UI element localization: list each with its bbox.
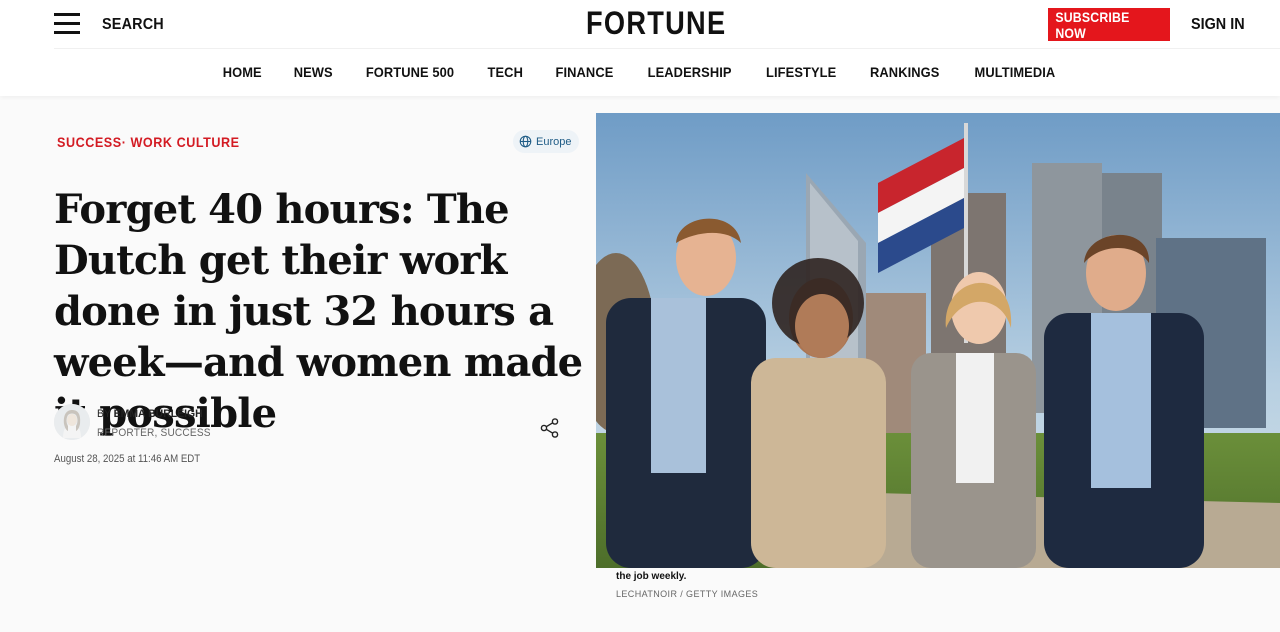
header-divider: [54, 48, 1280, 49]
author-prefix: BY: [97, 408, 111, 420]
sign-in-link[interactable]: SIGN IN: [1191, 16, 1245, 34]
fortune-logo[interactable]: FORTUNE: [586, 5, 726, 42]
nav-item-multimedia[interactable]: MULTIMEDIA: [961, 64, 1068, 80]
section-tag[interactable]: SUCCESS· WORK CULTURE: [57, 134, 240, 150]
hamburger-menu-icon[interactable]: [54, 13, 80, 35]
share-icon[interactable]: [538, 416, 562, 440]
globe-icon: [519, 135, 532, 148]
nav-item-fortune-500[interactable]: FORTUNE 500: [353, 64, 467, 80]
subscribe-label: SUBSCRIBE NOW: [1055, 8, 1130, 41]
region-label: Europe: [536, 135, 572, 148]
publish-date: August 28, 2025 at 11:46 AM EDT: [54, 453, 201, 465]
photo-credit: LECHATNOIR / GETTY IMAGES: [616, 589, 759, 599]
author-byline: BY EMMA BURLEIGH: [97, 408, 203, 420]
site-header: SEARCH FORTUNE SUBSCRIBE NOW SIGN IN HOM…: [0, 0, 1280, 96]
photo-caption: the job weekly.: [616, 571, 687, 582]
author-role: REPORTER, SUCCESS: [97, 427, 211, 439]
nav-item-home[interactable]: HOME: [210, 64, 275, 80]
nav-item-tech[interactable]: TECH: [475, 64, 536, 80]
author-name[interactable]: EMMA BURLEIGH: [114, 408, 203, 420]
hero-photo: [596, 113, 1280, 568]
nav-item-finance[interactable]: FINANCE: [542, 64, 626, 80]
nav-item-rankings[interactable]: RANKINGS: [857, 64, 952, 80]
search-button[interactable]: SEARCH: [102, 16, 164, 34]
author-avatar[interactable]: [54, 404, 90, 440]
nav-item-lifestyle[interactable]: LIFESTYLE: [753, 64, 849, 80]
nav-item-leadership[interactable]: LEADERSHIP: [634, 64, 744, 80]
main-nav: HOME NEWS FORTUNE 500 TECH FINANCE LEADE…: [0, 64, 1280, 80]
nav-item-news[interactable]: NEWS: [281, 64, 346, 80]
subscribe-button[interactable]: SUBSCRIBE NOW: [1048, 8, 1170, 41]
article-headline: Forget 40 hours: The Dutch get their wor…: [54, 186, 583, 437]
region-badge[interactable]: Europe: [513, 130, 580, 153]
